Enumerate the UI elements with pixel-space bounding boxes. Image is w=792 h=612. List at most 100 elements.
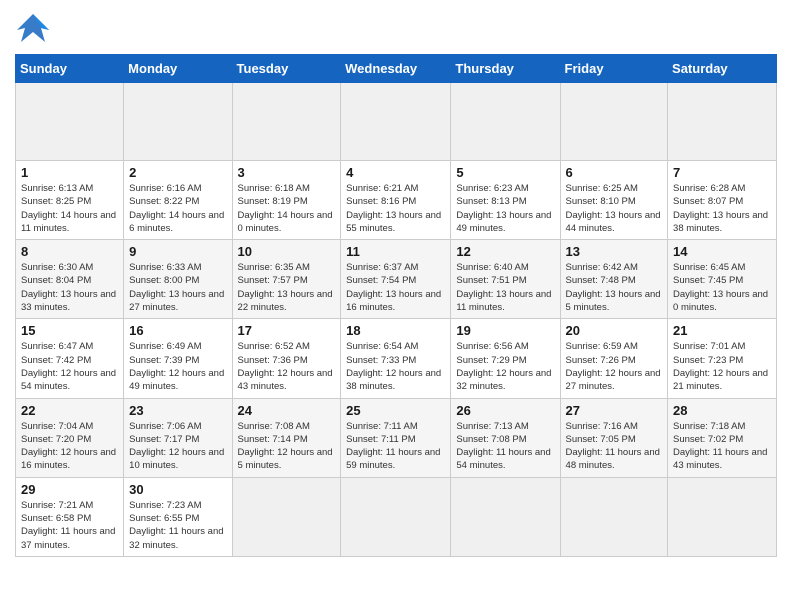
calendar-cell: 8 Sunrise: 6:30 AM Sunset: 8:04 PM Dayli…: [16, 240, 124, 319]
day-number: 19: [456, 323, 554, 338]
day-info: Sunrise: 6:18 AM Sunset: 8:19 PM Dayligh…: [238, 182, 336, 235]
calendar-cell: 22 Sunrise: 7:04 AM Sunset: 7:20 PM Dayl…: [16, 398, 124, 477]
day-number: 17: [238, 323, 336, 338]
day-number: 29: [21, 482, 118, 497]
day-number: 5: [456, 165, 554, 180]
day-number: 3: [238, 165, 336, 180]
calendar-cell: 21 Sunrise: 7:01 AM Sunset: 7:23 PM Dayl…: [668, 319, 777, 398]
day-info: Sunrise: 6:35 AM Sunset: 7:57 PM Dayligh…: [238, 261, 336, 314]
calendar-cell: [668, 83, 777, 161]
day-info: Sunrise: 7:13 AM Sunset: 7:08 PM Dayligh…: [456, 420, 554, 473]
page-container: Sunday Monday Tuesday Wednesday Thursday…: [0, 0, 792, 567]
day-info: Sunrise: 6:21 AM Sunset: 8:16 PM Dayligh…: [346, 182, 445, 235]
logo: [15, 10, 55, 46]
day-info: Sunrise: 6:54 AM Sunset: 7:33 PM Dayligh…: [346, 340, 445, 393]
calendar-cell: [232, 477, 341, 556]
calendar-cell: 24 Sunrise: 7:08 AM Sunset: 7:14 PM Dayl…: [232, 398, 341, 477]
calendar-table: Sunday Monday Tuesday Wednesday Thursday…: [15, 54, 777, 557]
day-info: Sunrise: 7:21 AM Sunset: 6:58 PM Dayligh…: [21, 499, 118, 552]
calendar-cell: 29 Sunrise: 7:21 AM Sunset: 6:58 PM Dayl…: [16, 477, 124, 556]
calendar-cell: [451, 477, 560, 556]
calendar-cell: 28 Sunrise: 7:18 AM Sunset: 7:02 PM Dayl…: [668, 398, 777, 477]
day-number: 13: [566, 244, 663, 259]
calendar-cell: 13 Sunrise: 6:42 AM Sunset: 7:48 PM Dayl…: [560, 240, 668, 319]
day-number: 2: [129, 165, 226, 180]
day-number: 23: [129, 403, 226, 418]
day-info: Sunrise: 6:25 AM Sunset: 8:10 PM Dayligh…: [566, 182, 663, 235]
calendar-cell: 20 Sunrise: 6:59 AM Sunset: 7:26 PM Dayl…: [560, 319, 668, 398]
day-info: Sunrise: 7:18 AM Sunset: 7:02 PM Dayligh…: [673, 420, 771, 473]
day-number: 24: [238, 403, 336, 418]
day-number: 6: [566, 165, 663, 180]
day-number: 1: [21, 165, 118, 180]
day-info: Sunrise: 6:47 AM Sunset: 7:42 PM Dayligh…: [21, 340, 118, 393]
header-row: Sunday Monday Tuesday Wednesday Thursday…: [16, 55, 777, 83]
calendar-cell: 4 Sunrise: 6:21 AM Sunset: 8:16 PM Dayli…: [341, 161, 451, 240]
calendar-cell: [341, 83, 451, 161]
day-info: Sunrise: 6:52 AM Sunset: 7:36 PM Dayligh…: [238, 340, 336, 393]
calendar-cell: 5 Sunrise: 6:23 AM Sunset: 8:13 PM Dayli…: [451, 161, 560, 240]
col-thursday: Thursday: [451, 55, 560, 83]
day-number: 11: [346, 244, 445, 259]
day-number: 21: [673, 323, 771, 338]
calendar-cell: 14 Sunrise: 6:45 AM Sunset: 7:45 PM Dayl…: [668, 240, 777, 319]
calendar-cell: 26 Sunrise: 7:13 AM Sunset: 7:08 PM Dayl…: [451, 398, 560, 477]
calendar-cell: [16, 83, 124, 161]
day-info: Sunrise: 6:56 AM Sunset: 7:29 PM Dayligh…: [456, 340, 554, 393]
day-number: 9: [129, 244, 226, 259]
col-monday: Monday: [124, 55, 232, 83]
day-number: 16: [129, 323, 226, 338]
calendar-cell: [560, 477, 668, 556]
day-info: Sunrise: 6:33 AM Sunset: 8:00 PM Dayligh…: [129, 261, 226, 314]
day-info: Sunrise: 6:49 AM Sunset: 7:39 PM Dayligh…: [129, 340, 226, 393]
day-number: 15: [21, 323, 118, 338]
calendar-cell: 23 Sunrise: 7:06 AM Sunset: 7:17 PM Dayl…: [124, 398, 232, 477]
day-info: Sunrise: 6:30 AM Sunset: 8:04 PM Dayligh…: [21, 261, 118, 314]
day-number: 4: [346, 165, 445, 180]
day-info: Sunrise: 6:45 AM Sunset: 7:45 PM Dayligh…: [673, 261, 771, 314]
day-info: Sunrise: 6:37 AM Sunset: 7:54 PM Dayligh…: [346, 261, 445, 314]
col-sunday: Sunday: [16, 55, 124, 83]
day-number: 14: [673, 244, 771, 259]
day-info: Sunrise: 6:23 AM Sunset: 8:13 PM Dayligh…: [456, 182, 554, 235]
calendar-cell: 30 Sunrise: 7:23 AM Sunset: 6:55 PM Dayl…: [124, 477, 232, 556]
day-number: 28: [673, 403, 771, 418]
calendar-cell: [232, 83, 341, 161]
calendar-cell: 18 Sunrise: 6:54 AM Sunset: 7:33 PM Dayl…: [341, 319, 451, 398]
day-info: Sunrise: 6:13 AM Sunset: 8:25 PM Dayligh…: [21, 182, 118, 235]
col-saturday: Saturday: [668, 55, 777, 83]
calendar-cell: [668, 477, 777, 556]
calendar-cell: 3 Sunrise: 6:18 AM Sunset: 8:19 PM Dayli…: [232, 161, 341, 240]
day-number: 26: [456, 403, 554, 418]
day-number: 12: [456, 244, 554, 259]
day-info: Sunrise: 6:42 AM Sunset: 7:48 PM Dayligh…: [566, 261, 663, 314]
calendar-cell: 9 Sunrise: 6:33 AM Sunset: 8:00 PM Dayli…: [124, 240, 232, 319]
calendar-cell: [451, 83, 560, 161]
col-wednesday: Wednesday: [341, 55, 451, 83]
day-info: Sunrise: 7:16 AM Sunset: 7:05 PM Dayligh…: [566, 420, 663, 473]
calendar-cell: 15 Sunrise: 6:47 AM Sunset: 7:42 PM Dayl…: [16, 319, 124, 398]
day-info: Sunrise: 7:08 AM Sunset: 7:14 PM Dayligh…: [238, 420, 336, 473]
day-number: 27: [566, 403, 663, 418]
day-number: 25: [346, 403, 445, 418]
day-info: Sunrise: 6:28 AM Sunset: 8:07 PM Dayligh…: [673, 182, 771, 235]
day-number: 8: [21, 244, 118, 259]
header: [15, 10, 777, 46]
day-info: Sunrise: 6:40 AM Sunset: 7:51 PM Dayligh…: [456, 261, 554, 314]
calendar-cell: 17 Sunrise: 6:52 AM Sunset: 7:36 PM Dayl…: [232, 319, 341, 398]
day-info: Sunrise: 6:16 AM Sunset: 8:22 PM Dayligh…: [129, 182, 226, 235]
calendar-cell: [341, 477, 451, 556]
day-number: 18: [346, 323, 445, 338]
calendar-week-2: 8 Sunrise: 6:30 AM Sunset: 8:04 PM Dayli…: [16, 240, 777, 319]
calendar-cell: 25 Sunrise: 7:11 AM Sunset: 7:11 PM Dayl…: [341, 398, 451, 477]
day-number: 7: [673, 165, 771, 180]
calendar-cell: 27 Sunrise: 7:16 AM Sunset: 7:05 PM Dayl…: [560, 398, 668, 477]
calendar-cell: 16 Sunrise: 6:49 AM Sunset: 7:39 PM Dayl…: [124, 319, 232, 398]
day-info: Sunrise: 7:11 AM Sunset: 7:11 PM Dayligh…: [346, 420, 445, 473]
day-number: 10: [238, 244, 336, 259]
day-info: Sunrise: 7:06 AM Sunset: 7:17 PM Dayligh…: [129, 420, 226, 473]
col-tuesday: Tuesday: [232, 55, 341, 83]
calendar-cell: 2 Sunrise: 6:16 AM Sunset: 8:22 PM Dayli…: [124, 161, 232, 240]
calendar-cell: 1 Sunrise: 6:13 AM Sunset: 8:25 PM Dayli…: [16, 161, 124, 240]
day-number: 20: [566, 323, 663, 338]
